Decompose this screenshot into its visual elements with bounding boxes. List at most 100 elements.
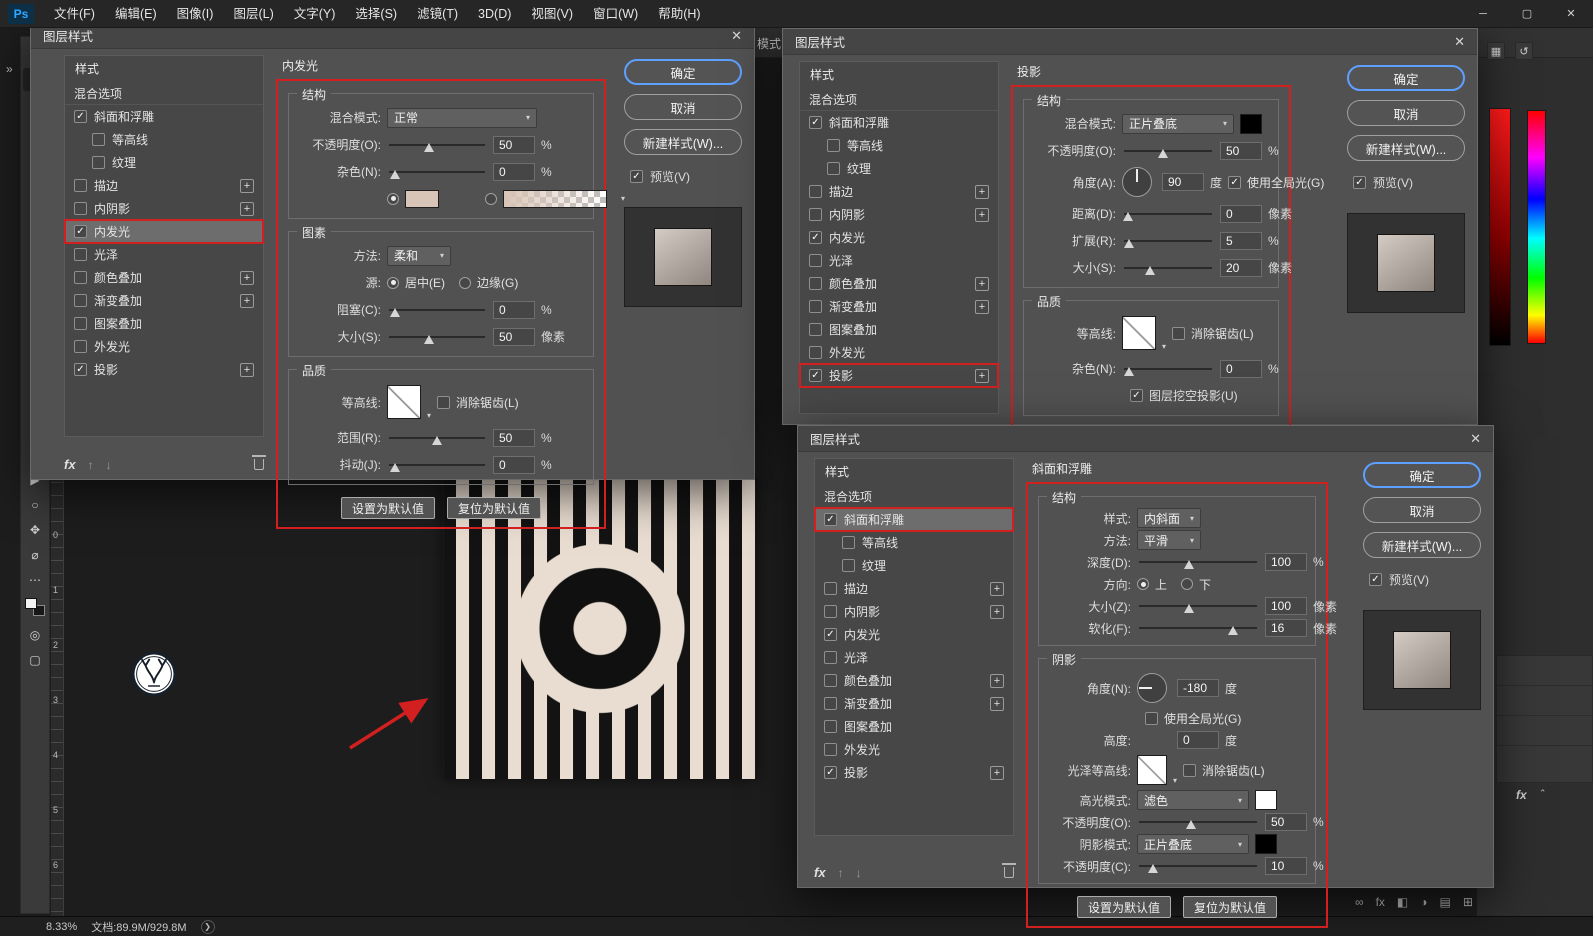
zoom-level[interactable]: 8.33% — [46, 921, 77, 933]
cancel-button[interactable]: 取消 — [1347, 100, 1465, 126]
shadow-mode-dropdown[interactable]: 正片叠底▾ — [1137, 834, 1249, 854]
size-value[interactable]: 20 — [1220, 259, 1262, 277]
contour-checkbox[interactable] — [92, 133, 105, 146]
outer-glow-checkbox[interactable] — [824, 743, 837, 756]
foreground-color-chip[interactable] — [25, 598, 37, 609]
menu-item-8[interactable]: 视图(V) — [521, 0, 583, 27]
angle-value[interactable]: 90 — [1162, 173, 1204, 191]
delete-effect-icon[interactable] — [254, 459, 264, 470]
pattern-overlay-checkbox[interactable] — [74, 317, 87, 330]
menu-item-0[interactable]: 文件(F) — [44, 0, 105, 27]
inner-shadow-checkbox[interactable] — [824, 605, 837, 618]
style-item-satin[interactable]: 光泽 — [65, 243, 263, 266]
anti-alias-checkbox[interactable] — [1183, 764, 1196, 777]
menu-item-3[interactable]: 图层(L) — [223, 0, 283, 27]
texture-checkbox[interactable] — [827, 162, 840, 175]
source-radio-0[interactable] — [387, 277, 399, 289]
slider-thumb[interactable] — [1228, 626, 1238, 635]
stroke-checkbox[interactable] — [74, 179, 87, 192]
close-window-icon[interactable]: ✕ — [1549, 0, 1593, 27]
swatches-panel-icon[interactable]: ▦ — [1487, 42, 1505, 60]
bevel-emboss-checkbox[interactable]: ✓ — [824, 513, 837, 526]
style-item-contour[interactable]: 等高线 — [65, 128, 263, 151]
layer-row[interactable] — [1497, 686, 1592, 716]
outer-glow-checkbox[interactable] — [74, 340, 87, 353]
maximize-icon[interactable]: ▢ — [1505, 0, 1549, 27]
highlight-mode-dropdown[interactable]: 滤色▾ — [1137, 790, 1249, 810]
soften-value[interactable]: 16 — [1265, 619, 1307, 637]
distance-value[interactable]: 0 — [1220, 205, 1262, 223]
quick-mask-icon[interactable]: ◎ — [23, 623, 47, 646]
reset-defaults-button[interactable]: 复位为默认值 — [447, 497, 541, 519]
style-item-stroke[interactable]: 描边+ — [800, 180, 998, 203]
menu-item-9[interactable]: 窗口(W) — [583, 0, 648, 27]
status-chevron-icon[interactable]: ❯ — [201, 920, 215, 934]
stroke-checkbox[interactable] — [824, 582, 837, 595]
preview-checkbox[interactable]: ✓ — [1369, 573, 1382, 586]
slider-thumb[interactable] — [390, 170, 400, 179]
style-item-inner-shadow[interactable]: 内阴影+ — [65, 197, 263, 220]
anti-alias-checkbox[interactable] — [437, 396, 450, 409]
choke-slider[interactable] — [389, 309, 485, 311]
glow-gradient-swatch[interactable] — [503, 190, 607, 208]
slider-thumb[interactable] — [1184, 604, 1194, 613]
size-slider[interactable] — [1124, 267, 1212, 269]
style-item-outer-glow[interactable]: 外发光 — [800, 341, 998, 364]
global-light-checkbox[interactable]: ✓ — [1228, 176, 1241, 189]
spread-slider[interactable] — [1124, 240, 1212, 242]
satin-checkbox[interactable] — [809, 254, 822, 267]
highlight-opacity-value[interactable]: 50 — [1265, 813, 1307, 831]
noise-slider[interactable] — [1124, 368, 1212, 370]
style-item-pattern-overlay[interactable]: 图案叠加 — [800, 318, 998, 341]
slider-thumb[interactable] — [390, 463, 400, 472]
add-effect-icon[interactable]: + — [975, 277, 989, 291]
menu-item-5[interactable]: 选择(S) — [345, 0, 407, 27]
contour-thumbnail[interactable] — [387, 385, 421, 419]
style-item-texture[interactable]: 纹理 — [815, 554, 1013, 577]
slider-thumb[interactable] — [1123, 212, 1133, 221]
slider-thumb[interactable] — [432, 436, 442, 445]
contour-checkbox[interactable] — [827, 139, 840, 152]
choke-value[interactable]: 0 — [493, 301, 535, 319]
move-effect-up-icon[interactable]: ↑ — [88, 458, 94, 472]
angle-dial[interactable] — [1122, 167, 1152, 197]
style-item-inner-shadow[interactable]: 内阴影+ — [800, 203, 998, 226]
close-icon[interactable]: ✕ — [731, 28, 742, 44]
bevel-emboss-checkbox[interactable]: ✓ — [74, 110, 87, 123]
slider-thumb[interactable] — [1186, 820, 1196, 829]
blend-mode-color-swatch[interactable] — [1240, 114, 1262, 134]
move-effect-down-icon[interactable]: ↓ — [856, 866, 862, 880]
fx-icon[interactable]: fx — [1516, 788, 1527, 805]
bevel-emboss-checkbox[interactable]: ✓ — [809, 116, 822, 129]
blend-mode-dropdown[interactable]: 正常▾ — [387, 108, 537, 128]
new-style-button[interactable]: 新建样式(W)... — [1347, 135, 1465, 161]
chevron-down-icon[interactable]: ▾ — [427, 411, 431, 420]
direction-radio-0[interactable] — [1137, 578, 1149, 590]
add-effect-icon[interactable]: + — [990, 697, 1004, 711]
style-item-color-overlay[interactable]: 颜色叠加+ — [65, 266, 263, 289]
drop-shadow-checkbox[interactable]: ✓ — [824, 766, 837, 779]
layer-row[interactable] — [1497, 716, 1592, 746]
direction-radio-1[interactable] — [1181, 578, 1193, 590]
blending-options-item[interactable]: 混合选项 — [815, 485, 1013, 508]
minimize-icon[interactable]: ─ — [1461, 0, 1505, 27]
close-icon[interactable]: ✕ — [1454, 34, 1465, 50]
move-effect-down-icon[interactable]: ↓ — [106, 458, 112, 472]
contour-thumbnail[interactable] — [1122, 316, 1156, 350]
style-item-gradient-overlay[interactable]: 渐变叠加+ — [815, 692, 1013, 715]
color-picker-field[interactable] — [1489, 108, 1511, 346]
slider-thumb[interactable] — [1148, 864, 1158, 873]
inner-glow-checkbox[interactable]: ✓ — [809, 231, 822, 244]
style-item-contour[interactable]: 等高线 — [815, 531, 1013, 554]
color-overlay-checkbox[interactable] — [74, 271, 87, 284]
panel-collapse-icon[interactable]: » — [6, 62, 13, 76]
foreground-background-colors[interactable] — [25, 598, 45, 616]
texture-checkbox[interactable] — [92, 156, 105, 169]
color-overlay-checkbox[interactable] — [824, 674, 837, 687]
range-slider[interactable] — [389, 437, 485, 439]
shadow-opacity-slider[interactable] — [1139, 865, 1257, 867]
gradient-overlay-checkbox[interactable] — [74, 294, 87, 307]
opacity-value[interactable]: 50 — [493, 136, 535, 154]
style-item-bevel-emboss[interactable]: ✓斜面和浮雕 — [815, 508, 1013, 531]
noise-value[interactable]: 0 — [1220, 360, 1262, 378]
